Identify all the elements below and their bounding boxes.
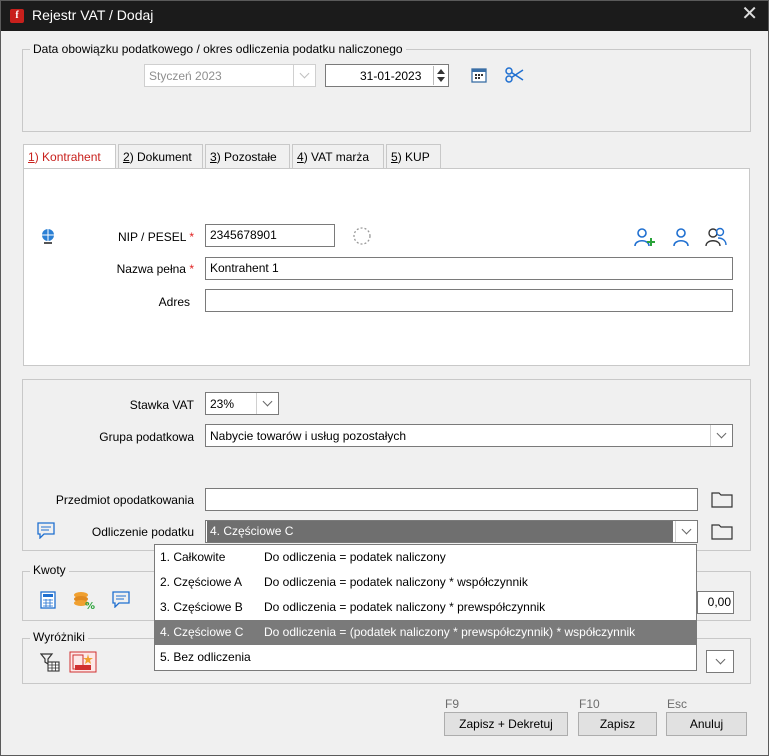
tax-group-combo[interactable]: Nabycie towarów i usług pozostałych [205,424,733,447]
scissors-icon[interactable] [504,66,524,84]
dialog-window: f Rejestr VAT / Dodaj ✕ Data obowiązku p… [0,0,769,756]
tab-pozostale[interactable]: 3) Pozostałe [205,144,290,168]
date-field[interactable]: 31-01-2023 [325,64,449,87]
app-icon: f [10,9,24,23]
comment-icon[interactable] [37,522,55,539]
option-description: Do odliczenia = (podatek naliczony * pre… [264,625,636,639]
required-mark: * [189,262,194,276]
tax-group-label: Grupa podatkowa [99,430,194,444]
name-label: Nazwa pełna * [81,262,194,276]
subject-label: Przedmiot opodatkowania [55,493,194,507]
tab-vat-marza[interactable]: 4) VAT marża [292,144,384,168]
highlights-legend: Wyróżniki [30,630,88,644]
title-bar: f Rejestr VAT / Dodaj ✕ [1,1,768,31]
highlight-combo[interactable] [706,650,734,673]
tab-label: ) Pozostałe [216,150,277,164]
vat-rate-combo[interactable]: 23% [205,392,279,415]
nip-label-text: NIP / PESEL [117,230,186,244]
tab-key: 3 [210,150,217,164]
deduction-value: 4. Częściowe C [210,524,294,538]
cancel-button[interactable]: Anuluj [666,712,747,736]
option-name: 1. Całkowite [160,550,226,564]
contractor-icon[interactable] [672,227,690,247]
chevron-down-icon [256,393,278,414]
required-mark: * [189,230,194,244]
save-and-post-button[interactable]: Zapisz + Dekretuj [444,712,568,736]
address-input[interactable] [205,289,733,312]
folder-icon[interactable] [711,522,733,540]
svg-text:%: % [85,601,95,610]
deduction-combo[interactable]: 4. Częściowe C [205,520,698,543]
tab-key: 2 [123,150,130,164]
add-contractor-icon[interactable] [634,227,656,247]
option-description: Do odliczenia = podatek naliczony [264,550,446,564]
globe-icon[interactable] [40,228,56,246]
vat-marker-icon[interactable] [69,651,97,673]
option-description: Do odliczenia = podatek naliczony * wspó… [264,575,528,589]
option-name: 2. Częściowe A [160,575,243,589]
contractors-list-icon[interactable] [705,227,727,247]
chevron-down-icon [293,65,315,86]
amount-field[interactable]: 0,00 [697,591,734,614]
deduction-option[interactable]: 5. Bez odliczenia [155,645,696,670]
option-description: Do odliczenia = podatek naliczony * prew… [264,600,546,614]
amounts-legend: Kwoty [30,563,69,577]
filter-table-icon[interactable] [40,652,60,672]
loading-spinner-icon [353,227,371,245]
deduction-option[interactable]: 2. Częściowe A Do odliczenia = podatek n… [155,570,696,595]
vat-rate-value: 23% [210,397,235,411]
option-name: 5. Bez odliczenia [160,650,251,664]
spinner-arrows-icon [437,69,445,82]
tab-label: ) Dokument [129,150,192,164]
date-spinner[interactable] [433,66,447,85]
deduction-dropdown-list: 1. Całkowite Do odliczenia = podatek nal… [154,544,697,671]
tab-label: ) VAT marża [303,150,370,164]
subject-input[interactable] [205,488,698,511]
deduction-label: Odliczenie podatku [91,525,194,539]
chevron-down-icon [675,521,697,542]
chevron-down-icon [707,651,733,672]
tax-group-value: Nabycie towarów i usług pozostałych [210,429,407,443]
tab-label: ) Kontrahent [34,150,101,164]
f9-hint: F9 [445,697,460,711]
tab-kontrahent[interactable]: 1) Kontrahent [23,144,116,170]
tab-kup[interactable]: 5) KUP [386,144,441,168]
obligation-legend: Data obowiązku podatkowego / okres odlic… [30,42,406,56]
calculator-icon[interactable] [40,591,56,609]
tab-label: ) KUP [397,150,430,164]
period-month-value: Styczeń 2023 [149,69,222,83]
tab-key: 1 [28,150,35,164]
tab-key: 5 [391,150,398,164]
currency-rate-icon[interactable]: % [72,590,96,610]
nip-input[interactable]: 2345678901 [205,224,335,247]
f10-hint: F10 [579,697,600,711]
name-label-text: Nazwa pełna [116,262,186,276]
obligation-group [22,49,751,132]
option-name: 4. Częściowe C [160,625,244,639]
tab-key: 4 [297,150,304,164]
save-button[interactable]: Zapisz [578,712,657,736]
deduction-option-selected[interactable]: 4. Częściowe C Do odliczenia = (podatek … [155,620,696,645]
calendar-icon[interactable] [471,67,487,83]
chevron-down-icon [710,425,732,446]
close-icon[interactable]: ✕ [741,1,758,27]
nip-label: NIP / PESEL * [81,230,194,244]
full-name-input[interactable]: Kontrahent 1 [205,257,733,280]
deduction-option[interactable]: 1. Całkowite Do odliczenia = podatek nal… [155,545,696,570]
date-value: 31-01-2023 [360,69,422,83]
address-label: Adres [158,295,190,309]
deduction-option[interactable]: 3. Częściowe B Do odliczenia = podatek n… [155,595,696,620]
folder-icon[interactable] [711,490,733,508]
comment-icon[interactable] [112,591,130,608]
option-name: 3. Częściowe B [160,600,243,614]
vat-rate-label: Stawka VAT [129,398,194,412]
tab-dokument[interactable]: 2) Dokument [118,144,203,168]
window-title: Rejestr VAT / Dodaj [32,7,154,23]
period-month-combo[interactable]: Styczeń 2023 [144,64,316,87]
esc-hint: Esc [667,697,688,711]
